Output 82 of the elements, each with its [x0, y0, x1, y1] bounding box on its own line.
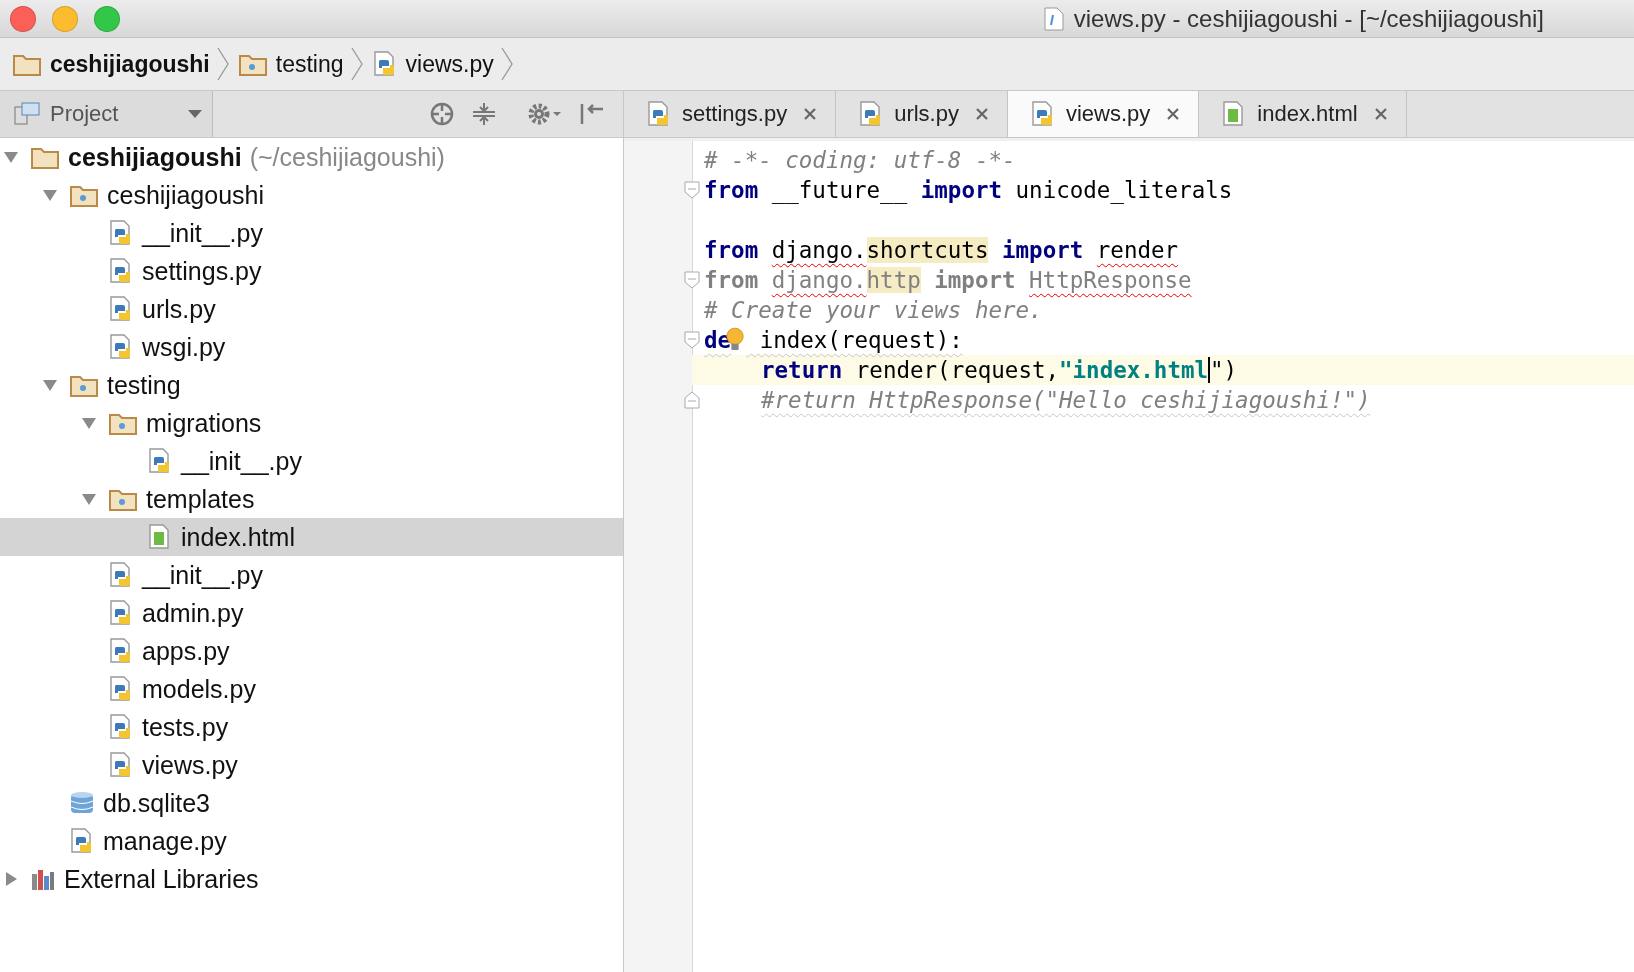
- tree-item-label: __init__.py: [142, 218, 263, 248]
- tree-item[interactable]: __init__.py: [0, 556, 623, 594]
- editor-tab[interactable]: index.html: [1199, 91, 1407, 137]
- code-line: from django.http import HttpResponse: [704, 267, 1192, 293]
- tree-item[interactable]: admin.py: [0, 594, 623, 632]
- tree-item[interactable]: db.sqlite3: [0, 784, 623, 822]
- tree-item-label: External Libraries: [64, 864, 259, 894]
- project-view-icon: [14, 102, 40, 126]
- tree-item-label: __init__.py: [181, 446, 302, 476]
- code-line: # Create your views here.: [704, 297, 1043, 323]
- editor-tab[interactable]: settings.py: [624, 91, 837, 137]
- tree-item-label: templates: [146, 484, 255, 514]
- tree-item-label: ceshijiagoushi: [107, 180, 265, 210]
- code-line: #return HttpResponse("Hello ceshijiagoushi!"): [761, 387, 1371, 413]
- tree-item[interactable]: manage.py: [0, 822, 623, 860]
- tree-item-label: testing: [107, 370, 181, 400]
- tree-item[interactable]: ceshijiagoushi (~/ceshijiagoushi): [0, 138, 623, 176]
- tree-item[interactable]: __init__.py: [0, 214, 623, 252]
- tree-item[interactable]: index.html: [0, 518, 623, 556]
- tree-item-label: models.py: [142, 674, 256, 704]
- close-window-button[interactable]: [10, 5, 36, 32]
- close-icon[interactable]: [803, 107, 818, 121]
- code-line: from __future__ import unicode_literals: [704, 177, 1233, 203]
- tree-item-label: manage.py: [103, 826, 227, 856]
- project-view-dropdown[interactable]: Project: [0, 91, 213, 137]
- tree-item-label: views.py: [142, 750, 238, 780]
- expand-triangle-icon[interactable]: [42, 378, 58, 392]
- editor-tab[interactable]: views.py: [1007, 91, 1200, 137]
- close-icon[interactable]: [1166, 107, 1181, 121]
- expand-triangle-icon[interactable]: [81, 416, 97, 430]
- chevron-icon: [499, 46, 514, 82]
- minimize-window-button[interactable]: [52, 5, 78, 32]
- tree-item[interactable]: migrations: [0, 404, 623, 442]
- code-line: from django.shortcuts import render: [704, 237, 1179, 263]
- tree-item[interactable]: urls.py: [0, 290, 623, 328]
- tree-item[interactable]: testing: [0, 366, 623, 404]
- tree-item[interactable]: wsgi.py: [0, 328, 623, 366]
- tree-item[interactable]: apps.py: [0, 632, 623, 670]
- tree-item-label: settings.py: [142, 256, 262, 286]
- breadcrumb[interactable]: testing: [237, 50, 350, 78]
- tree-item[interactable]: tests.py: [0, 708, 623, 746]
- tree-item-label: urls.py: [142, 294, 216, 324]
- tree-item[interactable]: __init__.py: [0, 442, 623, 480]
- document-icon: [1043, 6, 1064, 31]
- expand-triangle-icon[interactable]: [81, 492, 97, 506]
- tree-item-label: index.html: [181, 522, 295, 552]
- tree-item[interactable]: views.py: [0, 746, 623, 784]
- caret-icon: [188, 110, 202, 118]
- tree-item-label: admin.py: [142, 598, 244, 628]
- tree-item-label: apps.py: [142, 636, 230, 666]
- code-line: # -*- coding: utf-8 -*-: [704, 147, 1016, 173]
- tree-item[interactable]: ceshijiagoushi: [0, 176, 623, 214]
- database-icon: [69, 790, 95, 816]
- breadcrumb[interactable]: ceshijiagoushi: [12, 50, 216, 78]
- close-icon[interactable]: [974, 107, 989, 121]
- close-icon[interactable]: [1373, 107, 1388, 121]
- expand-triangle-icon[interactable]: [3, 150, 19, 164]
- tree-item-label: tests.py: [142, 712, 229, 742]
- code-line: return render(request,"index.html"): [761, 357, 1238, 383]
- hide-panel-button[interactable]: [579, 101, 605, 127]
- zoom-window-button[interactable]: [94, 5, 120, 32]
- chevron-icon: [215, 46, 230, 82]
- settings-button[interactable]: [527, 101, 563, 127]
- tree-item-label: wsgi.py: [142, 332, 226, 362]
- window-title: views.py - ceshijiagoushi - [~/ceshijiagoushi]: [1073, 4, 1544, 33]
- code-line: de index(request):: [704, 327, 963, 353]
- locate-button[interactable]: [429, 101, 455, 127]
- editor-tab[interactable]: urls.py: [836, 91, 1008, 137]
- tree-item[interactable]: templates: [0, 480, 623, 518]
- breadcrumb[interactable]: views.py: [371, 50, 500, 78]
- chevron-icon: [349, 46, 364, 82]
- tree-item-label: ceshijiagoushi: [68, 142, 242, 172]
- tree-item-label: __init__.py: [142, 560, 263, 590]
- tree-item-label: migrations: [146, 408, 262, 438]
- tree-item[interactable]: models.py: [0, 670, 623, 708]
- tree-item[interactable]: External Libraries: [0, 860, 623, 898]
- collapse-all-button[interactable]: [471, 101, 497, 127]
- tree-item[interactable]: settings.py: [0, 252, 623, 290]
- tree-item-label: db.sqlite3: [103, 788, 211, 818]
- tree-item-path: (~/ceshijiagoushi): [249, 142, 445, 172]
- collapse-triangle-icon[interactable]: [3, 872, 19, 886]
- expand-triangle-icon[interactable]: [42, 188, 58, 202]
